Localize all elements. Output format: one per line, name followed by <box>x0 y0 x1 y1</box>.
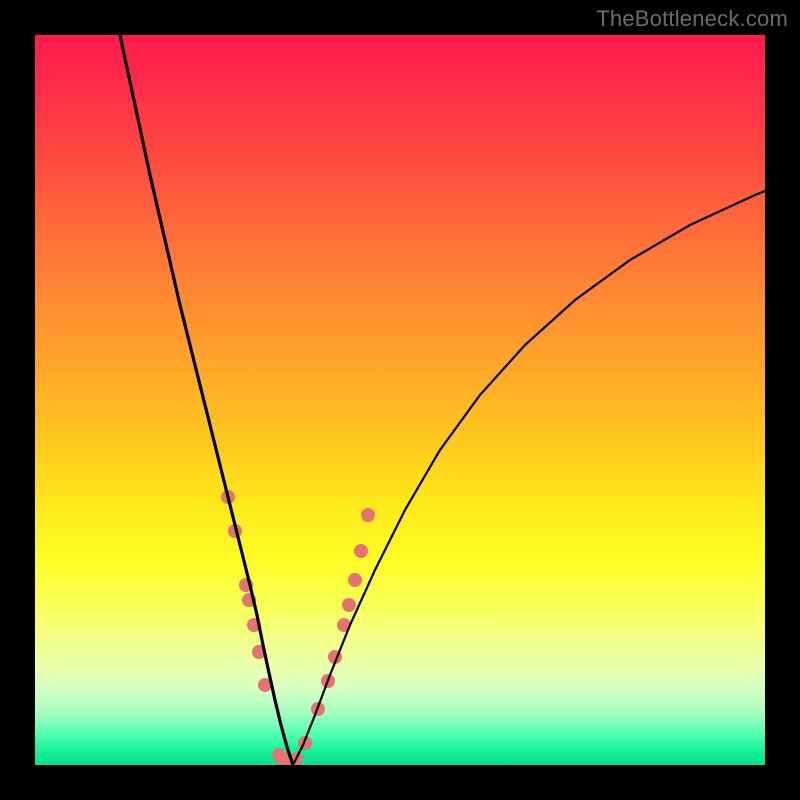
watermark-text: TheBottleneck.com <box>596 6 788 32</box>
right-curve <box>293 191 765 765</box>
plot-area <box>35 35 765 765</box>
outer-frame: TheBottleneck.com <box>0 0 800 800</box>
marker-dot <box>354 544 368 558</box>
chart-svg <box>35 35 765 765</box>
left-curve <box>120 35 293 765</box>
marker-dot <box>361 508 375 522</box>
marker-dot <box>348 573 362 587</box>
marker-dots-group <box>221 490 375 765</box>
marker-dot <box>342 598 356 612</box>
